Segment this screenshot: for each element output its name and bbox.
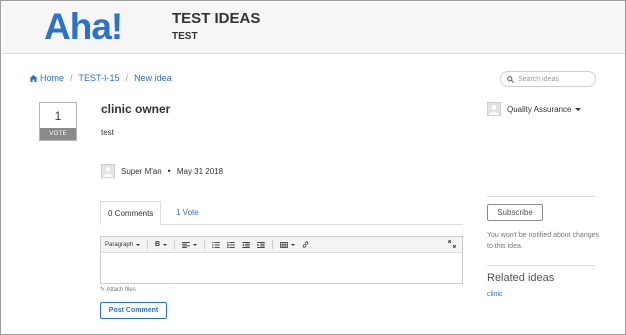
breadcrumb-new-idea-link[interactable]: New idea — [134, 73, 172, 83]
editor-toolbar: Paragraph B — [101, 237, 462, 253]
subscription-notice: You won't be notified about changes to t… — [487, 232, 599, 250]
chevron-down-icon — [136, 243, 141, 246]
comment-editor: Paragraph B — [100, 236, 463, 284]
outdent-icon — [242, 241, 250, 248]
indent-button[interactable] — [257, 239, 265, 250]
product-subtitle: TEST — [172, 31, 198, 42]
idea-date: May 31 2018 — [176, 166, 224, 176]
search-input[interactable] — [518, 75, 594, 83]
idea-author-row: Super M'an • May 31 2018 — [101, 164, 223, 178]
vote-button[interactable]: 1 VOTE — [39, 102, 77, 141]
table-icon — [280, 241, 288, 248]
chevron-down-icon — [193, 243, 198, 246]
search-box[interactable] — [500, 71, 596, 87]
search-icon — [507, 75, 514, 83]
assignee-dropdown[interactable]: Quality Assurance — [487, 102, 582, 116]
paragraph-format-dropdown[interactable]: Paragraph — [105, 239, 141, 250]
sidebar-divider — [487, 196, 595, 197]
related-idea-link[interactable]: clinic — [487, 291, 503, 298]
vote-count: 1 — [54, 109, 62, 123]
idea-title[interactable]: clinic owner — [101, 102, 170, 116]
page-frame: Aha! TEST IDEAS TEST Home / TEST-I-15 / … — [0, 0, 626, 335]
assignee-avatar — [487, 102, 501, 116]
related-ideas-heading: Related ideas — [487, 272, 555, 284]
tab-comments[interactable]: 0 Comments — [100, 201, 162, 225]
bulleted-list-button[interactable] — [212, 239, 220, 250]
tab-votes[interactable]: 1 Vote — [169, 201, 206, 225]
toolbar-divider — [174, 240, 176, 249]
assignee-name: Quality Assurance — [507, 104, 572, 114]
author-name: Super M'an — [121, 166, 162, 176]
insert-link-button[interactable] — [302, 239, 309, 250]
bold-label: B — [155, 241, 161, 248]
toolbar-divider — [272, 240, 274, 249]
fullscreen-button[interactable] — [448, 240, 456, 250]
expand-icon — [448, 240, 456, 248]
idea-description: test — [101, 128, 114, 137]
breadcrumb-idea-link[interactable]: TEST-I-15 — [79, 73, 120, 83]
comment-tabs: 0 Comments 1 Vote — [100, 201, 463, 225]
align-dropdown[interactable] — [182, 239, 198, 250]
bulleted-list-icon — [212, 241, 220, 248]
paperclip-icon: ✎ — [100, 287, 106, 293]
subscribe-button[interactable]: Subscribe — [487, 204, 543, 221]
user-silhouette-icon — [103, 167, 113, 177]
breadcrumb-separator: / — [70, 73, 73, 83]
breadcrumb-separator: / — [125, 73, 129, 83]
product-title: TEST IDEAS — [172, 10, 261, 27]
chevron-down-icon — [291, 243, 296, 246]
attach-files-label: Attach files — [106, 287, 136, 293]
breadcrumb-home-link[interactable]: Home — [40, 73, 64, 83]
indent-icon — [257, 241, 265, 248]
chevron-down-icon — [163, 243, 168, 246]
toolbar-divider — [204, 240, 206, 249]
breadcrumb: Home / TEST-I-15 / New idea — [29, 73, 172, 83]
vote-label: VOTE — [40, 128, 76, 140]
numbered-list-icon — [227, 241, 235, 248]
align-left-icon — [182, 241, 190, 248]
table-dropdown[interactable] — [280, 239, 296, 250]
attach-files-link[interactable]: ✎ Attach files — [100, 286, 136, 293]
home-icon — [29, 74, 38, 82]
app-header: Aha! TEST IDEAS TEST — [2, 2, 625, 54]
author-avatar — [101, 164, 115, 178]
post-comment-button[interactable]: Post Comment — [100, 302, 167, 319]
user-silhouette-icon — [489, 105, 499, 115]
paragraph-format-label: Paragraph — [105, 241, 134, 248]
link-icon — [302, 241, 309, 248]
chevron-down-icon — [575, 107, 582, 111]
toolbar-divider — [147, 240, 149, 249]
bold-dropdown[interactable]: B — [155, 239, 168, 250]
outdent-button[interactable] — [242, 239, 250, 250]
numbered-list-button[interactable] — [227, 239, 235, 250]
separator-dot: • — [167, 166, 171, 176]
sidebar-divider — [487, 265, 595, 266]
aha-logo[interactable]: Aha! — [44, 7, 123, 47]
